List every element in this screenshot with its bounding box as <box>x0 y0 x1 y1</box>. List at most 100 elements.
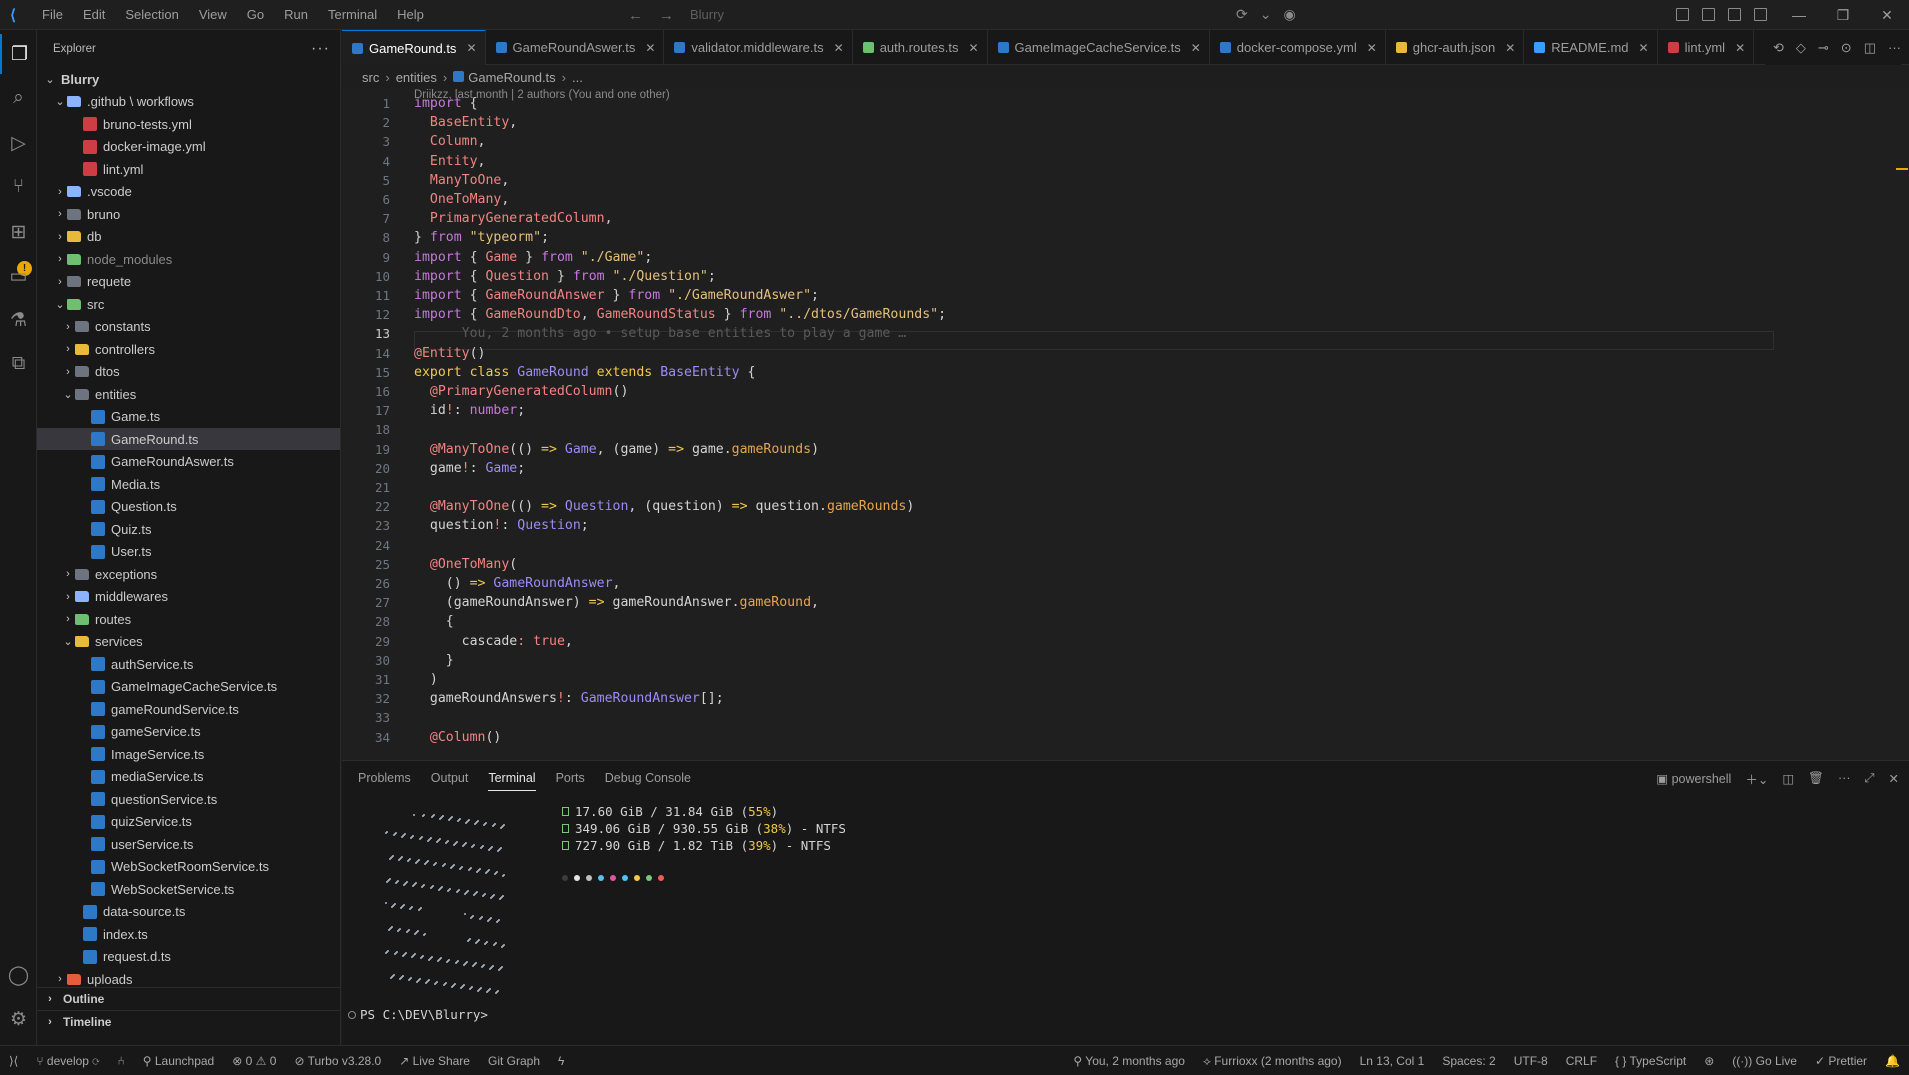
outline-section[interactable]: › Outline <box>37 987 340 1009</box>
copilot-chat-icon[interactable]: ⊙ <box>1841 40 1852 56</box>
close-tab-icon[interactable]: ✕ <box>645 41 655 55</box>
close-tab-icon[interactable]: ✕ <box>1367 41 1377 55</box>
tree-file[interactable]: Question.ts <box>37 496 340 518</box>
menu-selection[interactable]: Selection <box>115 0 188 30</box>
tree-folder[interactable]: › bruno <box>37 203 340 225</box>
close-window-icon[interactable]: ✕ <box>1865 7 1909 24</box>
containers-icon[interactable]: ⧉ <box>0 344 37 384</box>
tree-file[interactable]: quizService.ts <box>37 811 340 833</box>
panel-tab-problems[interactable]: Problems <box>358 771 411 785</box>
menu-view[interactable]: View <box>189 0 237 30</box>
close-panel-icon[interactable]: ✕ <box>1889 771 1899 786</box>
new-terminal-icon[interactable]: ＋⌄ <box>1745 769 1768 788</box>
tree-file[interactable]: request.d.ts <box>37 946 340 968</box>
editor-tab[interactable]: README.md ✕ <box>1524 30 1658 65</box>
terminal-shell-label[interactable]: ▣ powershell <box>1656 771 1731 786</box>
terminal-prompt[interactable]: PS C:\DEV\Blurry> <box>348 1007 488 1022</box>
customize-layout-icon[interactable] <box>1676 8 1689 21</box>
editor-tab[interactable]: GameRound.ts ✕ <box>342 30 486 65</box>
tree-file[interactable]: docker-image.yml <box>37 136 340 158</box>
editor-tab[interactable]: ghcr-auth.json ✕ <box>1386 30 1525 65</box>
lightning-icon[interactable]: ϟ <box>549 1054 573 1068</box>
workspace-root[interactable]: ⌄ Blurry <box>37 68 340 90</box>
minimize-icon[interactable]: — <box>1777 7 1821 23</box>
tree-folder[interactable]: › constants <box>37 316 340 338</box>
split-editor-icon[interactable]: ◫ <box>1864 40 1876 56</box>
tree-file[interactable]: ImageService.ts <box>37 743 340 765</box>
panel-tab-ports[interactable]: Ports <box>556 771 585 785</box>
sync-icon[interactable]: ⟳ <box>1236 6 1248 23</box>
panel-tab-terminal[interactable]: Terminal <box>488 771 536 791</box>
tree-folder[interactable]: › controllers <box>37 338 340 360</box>
menu-edit[interactable]: Edit <box>73 0 115 30</box>
go-live-status[interactable]: ((·)) Go Live <box>1723 1054 1806 1068</box>
extensions-icon[interactable]: ⊞ <box>0 212 37 252</box>
breadcrumb-item[interactable]: src <box>362 70 379 85</box>
tree-file[interactable]: userService.ts <box>37 833 340 855</box>
line-ending[interactable]: CRLF <box>1557 1054 1606 1068</box>
tree-file[interactable]: WebSocketService.ts <box>37 878 340 900</box>
menu-run[interactable]: Run <box>274 0 318 30</box>
branch-status[interactable]: ⑂ develop ⟳ <box>27 1054 108 1068</box>
timeline-nav-icon[interactable]: ⊸ <box>1818 40 1829 56</box>
remote-icon[interactable]: ⟩⟨ <box>0 1054 27 1068</box>
tree-file[interactable]: Media.ts <box>37 473 340 495</box>
turbo-status[interactable]: ⊘ Turbo v3.28.0 <box>285 1054 390 1068</box>
tree-file[interactable]: GameRoundAswer.ts <box>37 451 340 473</box>
editor-tab[interactable]: docker-compose.yml ✕ <box>1210 30 1386 65</box>
tree-folder[interactable]: › dtos <box>37 361 340 383</box>
back-arrow-icon[interactable]: ← <box>628 7 643 24</box>
maximize-panel-icon[interactable]: ⤢ <box>1865 771 1875 786</box>
chevron-down-icon[interactable]: ⌄ <box>1260 6 1272 23</box>
editor-tab[interactable]: auth.routes.ts ✕ <box>853 30 988 65</box>
language-mode[interactable]: { } TypeScript <box>1606 1054 1695 1068</box>
forward-arrow-icon[interactable]: → <box>659 7 674 24</box>
tree-file[interactable]: gameService.ts <box>37 721 340 743</box>
tree-folder[interactable]: › requete <box>37 271 340 293</box>
tree-folder[interactable]: › routes <box>37 608 340 630</box>
problems-status[interactable]: ⊗ 0 ⚠ 0 <box>223 1054 285 1068</box>
tree-file[interactable]: data-source.ts <box>37 901 340 923</box>
menu-help[interactable]: Help <box>387 0 434 30</box>
editor-tab[interactable]: GameImageCacheService.ts ✕ <box>988 30 1210 65</box>
remote-explorer-icon[interactable]: ▭ <box>0 256 37 296</box>
settings-gear-icon[interactable]: ⚙ <box>0 999 37 1039</box>
explorer-icon[interactable]: ❐ <box>0 34 37 74</box>
editor-tab[interactable]: validator.middleware.ts ✕ <box>664 30 853 65</box>
menu-terminal[interactable]: Terminal <box>318 0 387 30</box>
split-terminal-icon[interactable]: ◫ <box>1782 771 1794 786</box>
code-editor[interactable]: 1 import {2 BaseEntity, 3 Column, 4 Entity,… <box>342 88 1909 760</box>
launchpad-status[interactable]: ⚲ Launchpad <box>134 1054 224 1068</box>
author-status[interactable]: ⟡ Furrioxx (2 months ago) <box>1194 1054 1351 1069</box>
tree-file[interactable]: index.ts <box>37 923 340 945</box>
menu-file[interactable]: File <box>32 0 73 30</box>
tree-folder[interactable]: › exceptions <box>37 563 340 585</box>
tree-file[interactable]: bruno-tests.yml <box>37 113 340 135</box>
tree-file[interactable]: lint.yml <box>37 158 340 180</box>
tree-folder[interactable]: › uploads <box>37 968 340 990</box>
live-share-status[interactable]: ↗ Live Share <box>390 1054 479 1068</box>
git-blame-codelens[interactable]: Driikzz, last month | 2 authors (You and… <box>414 89 670 101</box>
run-debug-icon[interactable]: ▷ <box>0 123 37 163</box>
menu-go[interactable]: Go <box>237 0 274 30</box>
search-icon[interactable]: ⌕ <box>0 78 37 118</box>
command-center-search[interactable]: Blurry <box>690 7 724 22</box>
open-changes-icon[interactable]: ⟲ <box>1773 40 1784 56</box>
editor-tab[interactable]: lint.yml ✕ <box>1658 30 1755 65</box>
tree-folder[interactable]: ⌄ services <box>37 631 340 653</box>
tree-folder[interactable]: ⌄ src <box>37 293 340 315</box>
toggle-panel-icon[interactable] <box>1728 8 1741 21</box>
close-tab-icon[interactable]: ✕ <box>834 41 844 55</box>
editor-tab[interactable]: GameRoundAswer.ts ✕ <box>486 30 665 65</box>
git-graph-status[interactable]: Git Graph <box>479 1054 549 1068</box>
tree-file[interactable]: questionService.ts <box>37 788 340 810</box>
close-tab-icon[interactable]: ✕ <box>968 41 978 55</box>
tree-folder[interactable]: ⌄ entities <box>37 383 340 405</box>
notifications-bell-icon[interactable]: 🔔 <box>1876 1054 1909 1068</box>
tree-folder[interactable]: › db <box>37 226 340 248</box>
close-tab-icon[interactable]: ✕ <box>1735 41 1745 55</box>
prettier-status[interactable]: ✓ Prettier <box>1806 1054 1876 1068</box>
close-tab-icon[interactable]: ✕ <box>466 41 476 55</box>
indentation[interactable]: Spaces: 2 <box>1433 1054 1504 1068</box>
blame-status[interactable]: ⚲ You, 2 months ago <box>1064 1054 1194 1068</box>
